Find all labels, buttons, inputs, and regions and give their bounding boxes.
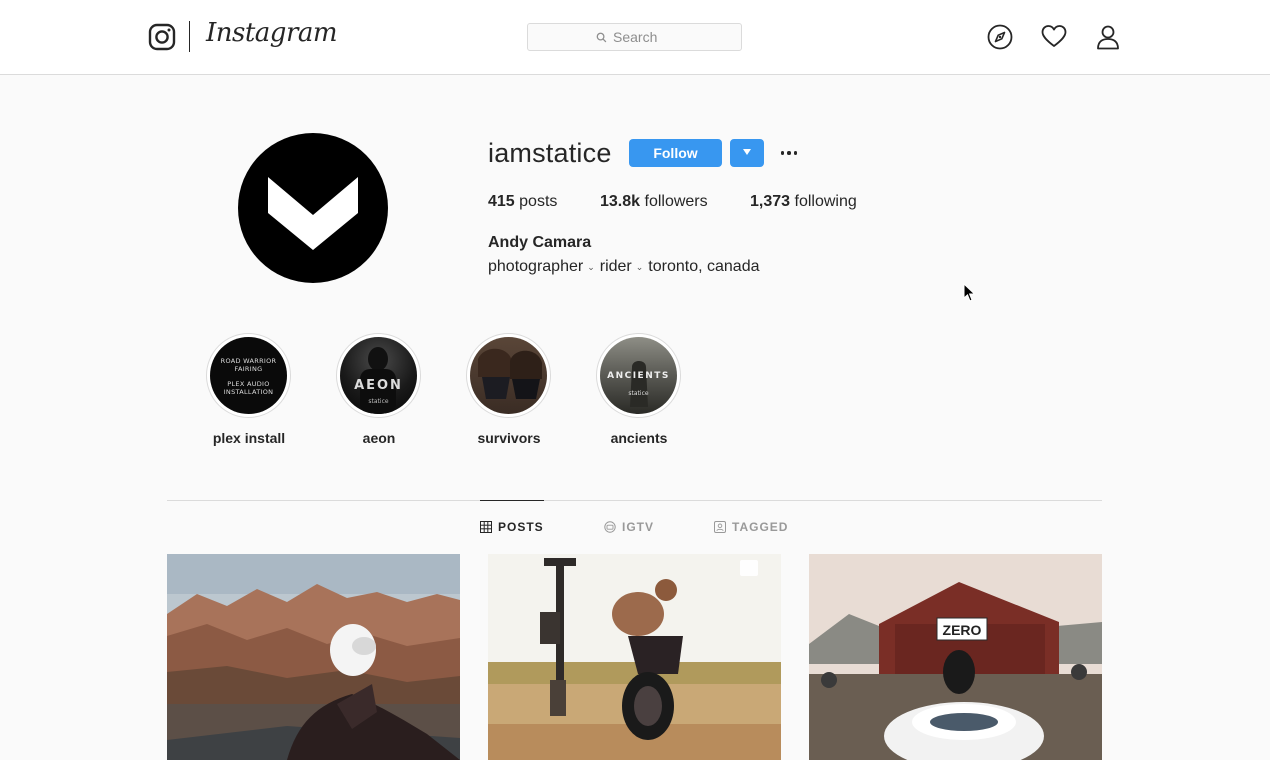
profile-full-name: Andy Camara [488, 234, 592, 251]
highlight-cover: AEON statice [340, 337, 417, 414]
cover-text: ROAD WARRIOR [220, 357, 277, 365]
profile-username: iamstatice [488, 138, 612, 168]
profile-bio: photographer ⌄ rider ⌄ toronto, canada [488, 258, 760, 276]
post-image-dirtbike-wheelie [488, 554, 781, 760]
post-image-zero-barn: ZERO [809, 554, 1102, 760]
following-label: following [794, 193, 857, 210]
followers-count: 13.8k [600, 193, 641, 210]
suggestions-dropdown-button[interactable] [730, 139, 764, 167]
caret-down-icon [743, 149, 751, 155]
more-options-icon[interactable] [778, 143, 800, 163]
post-thumbnail[interactable] [167, 554, 460, 760]
highlight-label: aeon [362, 430, 396, 446]
highlight-cover: ANCIENTS statice [600, 337, 677, 414]
tab-label: TAGGED [732, 520, 789, 534]
bio-item: photographer [488, 258, 584, 275]
bio-item: rider [599, 258, 632, 275]
posts-count: 415 [488, 193, 515, 210]
nav-content: Instagram [148, 0, 1123, 75]
followers-label: followers [644, 193, 708, 210]
posts-label: posts [519, 193, 558, 210]
bio-separator-icon: ⌄ [635, 262, 644, 272]
instagram-camera-icon[interactable] [148, 23, 176, 51]
highlight-ring: AEON statice [336, 333, 421, 418]
cover-text: statice [368, 398, 389, 405]
profile-avatar[interactable] [238, 133, 388, 283]
highlight-cover: ROAD WARRIOR FAIRING PLEX AUDIO INSTALLA… [210, 337, 287, 414]
search-box[interactable] [527, 23, 742, 51]
zero-sign-text: ZERO [943, 622, 982, 638]
highlight-label: plex install [212, 430, 286, 446]
tab-igtv[interactable]: IGTV [604, 520, 654, 534]
bio-separator-icon: ⌄ [587, 262, 595, 272]
compass-icon[interactable] [987, 24, 1013, 50]
masked-faces-image [478, 348, 542, 399]
instagram-wordmark[interactable]: Instagram [206, 18, 338, 48]
active-tab-indicator [480, 500, 544, 501]
highlight-cover [470, 337, 547, 414]
top-navigation-bar: Instagram [0, 0, 1270, 75]
igtv-icon [604, 521, 616, 533]
post-thumbnail[interactable] [488, 554, 781, 760]
posts-count-stat: 415 posts [488, 193, 557, 211]
bio-item: toronto, canada [648, 258, 760, 275]
search-input[interactable] [613, 29, 673, 45]
highlight-ring: ANCIENTS statice [596, 333, 681, 418]
post-image-badlands-rider [167, 554, 460, 760]
carousel-icon [740, 560, 758, 576]
search-icon [596, 32, 607, 42]
following-count: 1,373 [750, 193, 791, 210]
mouse-cursor-icon [963, 283, 976, 302]
logo-divider [189, 21, 190, 52]
followers-stat[interactable]: 13.8k followers [600, 193, 708, 211]
post-thumbnail[interactable]: ZERO [809, 554, 1102, 760]
cover-text: ANCIENTS [607, 371, 670, 381]
cover-text: AEON [354, 378, 403, 393]
grid-icon [480, 521, 492, 533]
tab-tagged[interactable]: TAGGED [714, 520, 788, 534]
highlight-ring: ROAD WARRIOR FAIRING PLEX AUDIO INSTALLA… [206, 333, 291, 418]
tab-label: IGTV [622, 520, 655, 534]
highlight-label: ancients [610, 430, 668, 446]
cover-text: INSTALLATION [223, 388, 274, 396]
follow-button[interactable]: Follow [629, 139, 722, 167]
cover-text: PLEX AUDIO [227, 380, 270, 388]
person-icon[interactable] [1095, 24, 1121, 50]
heart-icon[interactable] [1041, 24, 1067, 50]
cover-text: FAIRING [234, 365, 263, 373]
tabs-divider [167, 500, 1102, 501]
tab-posts[interactable]: POSTS [480, 520, 544, 534]
following-stat[interactable]: 1,373 following [750, 193, 857, 211]
chevron-down-icon [268, 177, 358, 250]
highlight-label: survivors [477, 430, 541, 446]
highlight-ring [466, 333, 551, 418]
tab-label: POSTS [498, 520, 544, 534]
tagged-icon [714, 521, 726, 533]
cover-text: statice [628, 390, 649, 397]
